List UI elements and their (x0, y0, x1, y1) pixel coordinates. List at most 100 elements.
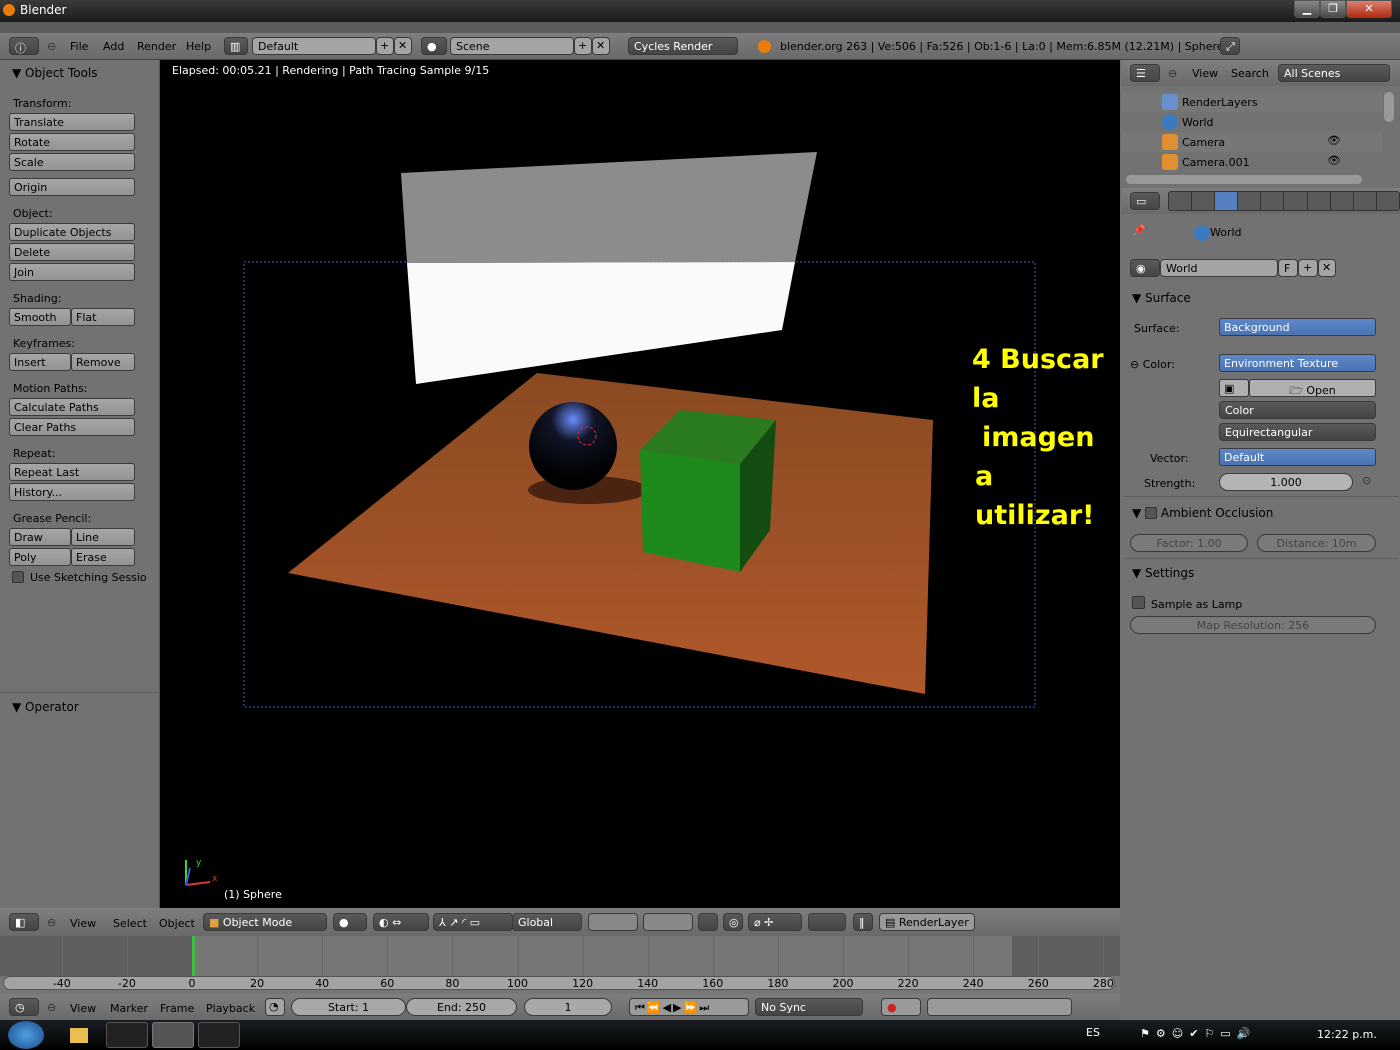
layer-buttons-1[interactable] (588, 913, 638, 931)
poly-button[interactable]: Poly (9, 548, 71, 566)
clock[interactable]: 12:22 p.m. (1317, 1028, 1377, 1041)
outliner-menu-view[interactable]: View (1192, 67, 1218, 80)
pin-icon[interactable]: 📌 (1132, 224, 1146, 237)
paint-taskbar-button[interactable] (198, 1022, 240, 1048)
menu-playback[interactable]: Playback (206, 1002, 255, 1015)
erase-button[interactable]: Erase (71, 548, 135, 566)
add-world-button[interactable]: + (1298, 259, 1318, 277)
pivot-point-select[interactable]: ◐ ⇔ (373, 913, 429, 931)
tab-scene-icon[interactable] (1192, 192, 1216, 210)
sketching-checkbox[interactable] (12, 571, 24, 583)
ao-checkbox[interactable] (1145, 507, 1158, 519)
timeline[interactable]: -40 -20 0 20 40 60 80 100 120 140 160 180 200 220 240 2… (0, 936, 1120, 996)
collapse-icon[interactable]: ⊖ (47, 1001, 56, 1014)
visibility-eye-icon[interactable]: 👁 (1327, 154, 1341, 167)
language-indicator[interactable]: ES (1086, 1026, 1100, 1039)
collapse-icon[interactable]: ⊖ (1168, 67, 1177, 80)
calculate-paths-button[interactable]: Calculate Paths (9, 398, 135, 416)
sync-select[interactable]: No Sync (755, 998, 863, 1016)
timeline-editor-type-icon[interactable]: ◷ (9, 998, 39, 1016)
menu-frame[interactable]: Frame (160, 1002, 194, 1015)
ao-panel-header[interactable]: ▼ Ambient Occlusion (1132, 506, 1273, 520)
orientation-select[interactable]: Global (512, 913, 582, 931)
system-tray-icons[interactable]: ⚑⚙☺✔⚐▭🔊 (1140, 1027, 1256, 1040)
history-button[interactable]: History... (9, 483, 135, 501)
menu-view[interactable]: View (70, 917, 96, 930)
insert-keyframe-button[interactable]: Insert (9, 353, 71, 371)
delete-layout-button[interactable]: ✕ (394, 37, 412, 55)
timeline-scrollbar[interactable] (3, 976, 1115, 990)
viewport-shading-select[interactable]: ● (333, 913, 367, 931)
explorer-icon[interactable] (70, 1028, 88, 1043)
unlink-world-button[interactable]: ✕ (1318, 259, 1336, 277)
add-layout-button[interactable]: + (376, 37, 394, 55)
record-button[interactable]: ● (881, 998, 921, 1016)
scene-field[interactable]: Scene (450, 37, 574, 55)
tab-material-icon[interactable] (1331, 192, 1354, 210)
menu-add[interactable]: Add (103, 40, 124, 53)
close-button[interactable]: ✕ (1346, 0, 1392, 18)
properties-editor-type-icon[interactable]: ▭ (1130, 192, 1160, 210)
current-frame-field[interactable]: 1 (524, 998, 612, 1016)
smooth-button[interactable]: Smooth (9, 308, 71, 326)
strength-socket-icon[interactable]: ⊙ (1362, 474, 1371, 487)
menu-help[interactable]: Help (186, 40, 211, 53)
repeat-last-button[interactable]: Repeat Last (9, 463, 135, 481)
scene-icon[interactable]: ● (421, 37, 447, 55)
join-button[interactable]: Join (9, 263, 135, 281)
clear-paths-button[interactable]: Clear Paths (9, 418, 135, 436)
editor-type-info-icon[interactable]: ⓘ (9, 37, 39, 55)
color-mode-select[interactable]: Color (1219, 401, 1376, 419)
blender-taskbar-button[interactable] (152, 1022, 194, 1048)
world-name-field[interactable]: World (1160, 259, 1278, 277)
start-frame-field[interactable]: Start: 1 (291, 998, 406, 1016)
flat-button[interactable]: Flat (71, 308, 135, 326)
add-scene-button[interactable]: + (574, 37, 592, 55)
layer-buttons-2[interactable] (643, 913, 693, 931)
outliner-item-renderlayers[interactable]: RenderLayers (1182, 96, 1258, 109)
tab-world-icon[interactable] (1215, 192, 1239, 210)
collapse-icon[interactable]: ⊖ (47, 40, 56, 53)
sample-as-lamp-checkbox[interactable] (1132, 596, 1145, 609)
surface-panel-header[interactable]: ▼ Surface (1132, 291, 1191, 305)
tab-constraints-icon[interactable] (1261, 192, 1285, 210)
proportional-edit-icon[interactable]: ◎ (723, 913, 743, 931)
settings-panel-header[interactable]: ▼ Settings (1132, 566, 1194, 580)
menu-render[interactable]: Render (137, 40, 176, 53)
outliner-filter-select[interactable]: All Scenes (1278, 64, 1390, 82)
render-engine-select[interactable]: Cycles Render (628, 37, 738, 55)
object-tools-header[interactable]: ▼ Object Tools (12, 66, 98, 80)
keying-icon[interactable]: ◔ (265, 998, 285, 1016)
remove-keyframe-button[interactable]: Remove (71, 353, 135, 371)
tab-render-icon[interactable] (1169, 192, 1193, 210)
render-layer-button[interactable]: ▤ RenderLayer (879, 913, 975, 931)
menu-select[interactable]: Select (113, 917, 147, 930)
ao-factor-field[interactable]: Factor: 1.00 (1130, 534, 1248, 552)
ao-distance-field[interactable]: Distance: 10m (1257, 534, 1376, 552)
outliner-hscrollbar[interactable] (1126, 175, 1362, 184)
operator-header[interactable]: ▼ Operator (12, 700, 79, 714)
projection-select[interactable]: Equirectangular (1219, 423, 1376, 441)
color-node-button[interactable]: Environment Texture (1219, 354, 1376, 372)
translate-button[interactable]: Translate (9, 113, 135, 131)
line-button[interactable]: Line (71, 528, 135, 546)
start-button[interactable] (8, 1021, 44, 1049)
tab-texture-icon[interactable] (1354, 192, 1377, 210)
image-browse-icon[interactable]: ▣ (1219, 379, 1249, 397)
outliner-menu-search[interactable]: Search (1231, 67, 1269, 80)
3d-view-editor-type-icon[interactable]: ◧ (9, 913, 39, 931)
firefox-taskbar-button[interactable] (106, 1022, 148, 1048)
snap-buttons[interactable]: ⌀ ✢ (748, 913, 802, 931)
3d-viewport[interactable]: Elapsed: 00:05.21 | Rendering | Path Tra… (160, 60, 1120, 908)
menu-view[interactable]: View (70, 1002, 96, 1015)
menu-file[interactable]: File (70, 40, 88, 53)
world-browse-icon[interactable]: ◉ (1130, 259, 1160, 277)
origin-button[interactable]: Origin (9, 178, 135, 196)
opengl-render-buttons[interactable] (808, 913, 846, 931)
delete-button[interactable]: Delete (9, 243, 135, 261)
mode-select[interactable]: ■ Object Mode (203, 913, 327, 931)
delete-scene-button[interactable]: ✕ (592, 37, 610, 55)
screen-layout-icon[interactable]: ▥ (224, 37, 248, 55)
map-resolution-field[interactable]: Map Resolution: 256 (1130, 616, 1376, 634)
pause-icon[interactable]: ‖ (853, 913, 873, 931)
